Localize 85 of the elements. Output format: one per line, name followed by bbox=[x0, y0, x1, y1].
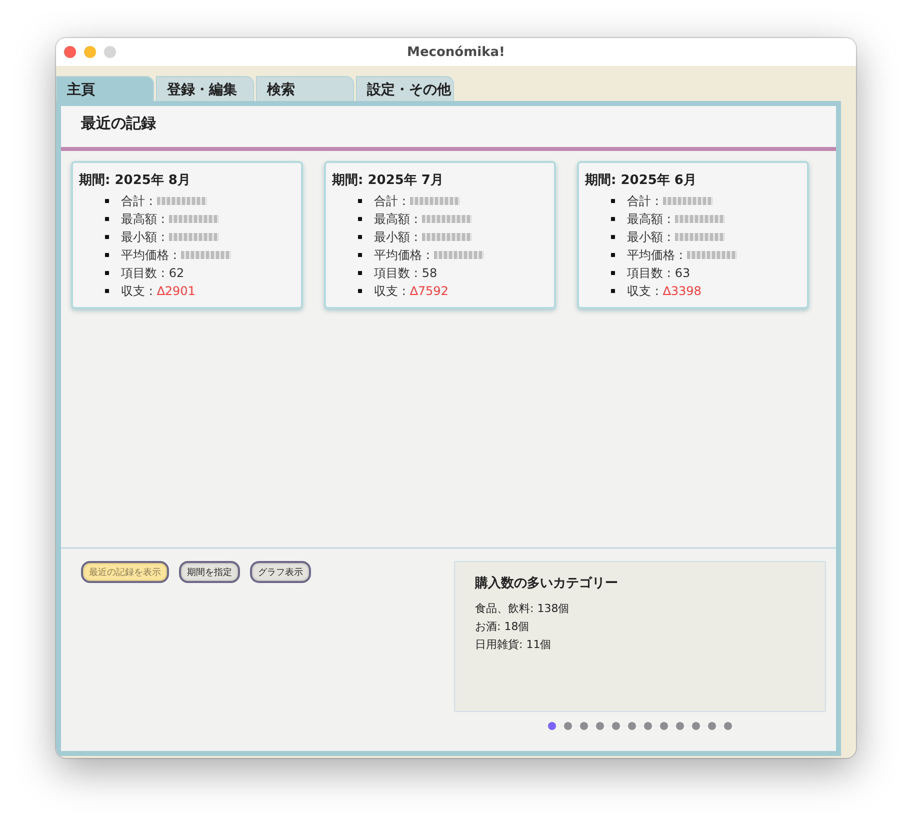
close-icon[interactable] bbox=[64, 46, 76, 58]
bullet-icon bbox=[358, 289, 362, 293]
pager-dot[interactable] bbox=[580, 722, 588, 730]
panel-title: 購入数の多いカテゴリー bbox=[475, 574, 619, 592]
zoom-icon[interactable] bbox=[104, 46, 116, 58]
item-value: ∆3398 bbox=[662, 284, 702, 298]
pager-dot[interactable] bbox=[548, 722, 556, 730]
redacted-value bbox=[410, 197, 460, 205]
item-value: ∆7592 bbox=[410, 284, 448, 298]
item-label: 最小額 : bbox=[627, 228, 671, 246]
bullet-icon bbox=[105, 235, 109, 239]
view-button[interactable]: 期間を指定 bbox=[179, 561, 240, 583]
card-title: 期間: 2025年 7月 bbox=[332, 172, 444, 189]
bullet-icon bbox=[358, 253, 362, 257]
redacted-value bbox=[180, 251, 231, 259]
category-line: 食品、飲料: 138個 bbox=[475, 601, 570, 617]
item-label: 最高額 : bbox=[627, 210, 671, 228]
item-label: 平均価格 : bbox=[121, 246, 177, 264]
bullet-icon bbox=[105, 217, 109, 221]
item-label: 平均価格 : bbox=[627, 246, 683, 264]
item-value: 63 bbox=[674, 266, 690, 280]
bullet-icon bbox=[358, 235, 362, 239]
redacted-value bbox=[434, 251, 484, 259]
bullet-icon bbox=[358, 271, 362, 275]
item-label: 合計 : bbox=[627, 192, 659, 210]
bullet-icon bbox=[611, 217, 615, 221]
pager-dot[interactable] bbox=[708, 722, 716, 730]
redacted-value bbox=[674, 215, 725, 223]
category-line: 日用雑貨: 11個 bbox=[475, 637, 552, 653]
window-title: Meconómika! bbox=[407, 44, 505, 60]
pager-dot[interactable] bbox=[660, 722, 668, 730]
bullet-icon bbox=[611, 271, 615, 275]
item-value: ∆2901 bbox=[156, 284, 196, 298]
item-label: 合計 : bbox=[121, 192, 153, 210]
bullet-icon bbox=[358, 217, 362, 221]
bullet-icon bbox=[611, 253, 615, 257]
item-label: 項目数 : bbox=[374, 264, 418, 282]
pager-dot[interactable] bbox=[676, 722, 684, 730]
item-label: 最高額 : bbox=[121, 210, 165, 228]
item-label: 最小額 : bbox=[121, 228, 165, 246]
tab[interactable]: 設定・その他 bbox=[356, 76, 454, 101]
category-line: お酒: 18個 bbox=[475, 619, 530, 635]
item-label: 平均価格 : bbox=[374, 246, 430, 264]
section-title: 最近の記録 bbox=[81, 114, 157, 133]
pager-dot[interactable] bbox=[692, 722, 700, 730]
item-label: 収支 : bbox=[627, 282, 659, 300]
redacted-value bbox=[422, 215, 472, 223]
bullet-icon bbox=[105, 271, 109, 275]
bullet-icon bbox=[105, 253, 109, 257]
redacted-value bbox=[156, 197, 207, 205]
pager-dot[interactable] bbox=[564, 722, 572, 730]
redacted-value bbox=[662, 197, 713, 205]
item-label: 合計 : bbox=[374, 192, 406, 210]
item-label: 収支 : bbox=[374, 282, 406, 300]
pager-dot[interactable] bbox=[644, 722, 652, 730]
redacted-value bbox=[686, 251, 737, 259]
view-button[interactable]: グラフ表示 bbox=[250, 561, 311, 583]
redacted-value bbox=[168, 215, 219, 223]
item-value: 62 bbox=[168, 266, 184, 280]
pager-dot[interactable] bbox=[612, 722, 620, 730]
pager-dot[interactable] bbox=[724, 722, 732, 730]
tab[interactable]: 主頁 bbox=[56, 76, 154, 101]
item-label: 最小額 : bbox=[374, 228, 418, 246]
bullet-icon bbox=[611, 199, 615, 203]
bullet-icon bbox=[105, 199, 109, 203]
bullet-icon bbox=[611, 289, 615, 293]
item-value: 58 bbox=[422, 266, 438, 280]
item-label: 最高額 : bbox=[374, 210, 418, 228]
item-label: 項目数 : bbox=[627, 264, 671, 282]
item-label: 収支 : bbox=[121, 282, 153, 300]
card-title: 期間: 2025年 6月 bbox=[585, 172, 698, 189]
redacted-value bbox=[674, 233, 725, 241]
card-title: 期間: 2025年 8月 bbox=[79, 172, 192, 189]
tab[interactable]: 登録・編集 bbox=[156, 76, 254, 101]
redacted-value bbox=[422, 233, 472, 241]
item-label: 項目数 : bbox=[121, 264, 165, 282]
bullet-icon bbox=[105, 289, 109, 293]
minimize-icon[interactable] bbox=[84, 46, 96, 58]
pager-dot[interactable] bbox=[596, 722, 604, 730]
view-button[interactable]: 最近の記録を表示 bbox=[81, 561, 169, 583]
pager-dot[interactable] bbox=[628, 722, 636, 730]
tab[interactable]: 検索 bbox=[256, 76, 354, 101]
bullet-icon bbox=[358, 199, 362, 203]
bullet-icon bbox=[611, 235, 615, 239]
redacted-value bbox=[168, 233, 219, 241]
